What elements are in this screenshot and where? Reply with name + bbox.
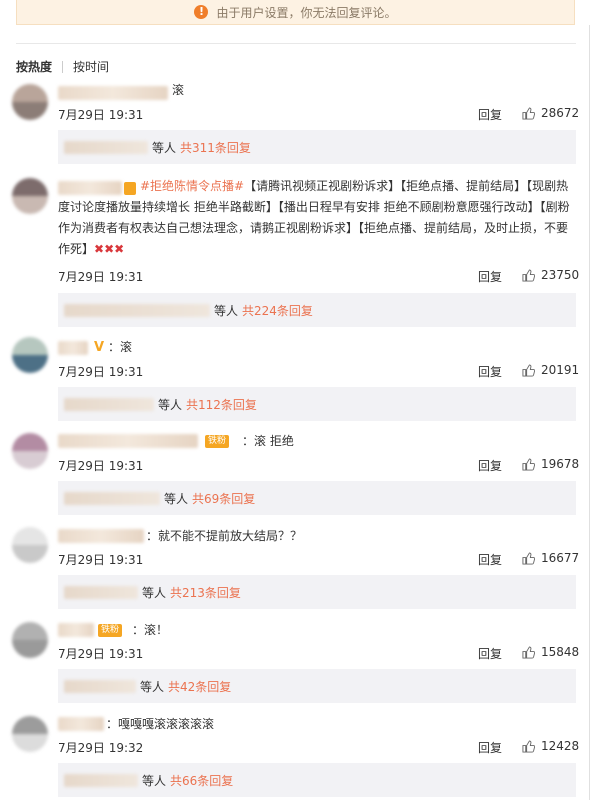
sort-by-hot[interactable]: 按热度 bbox=[16, 58, 52, 75]
sub-reply-count[interactable]: 共42条回复 bbox=[168, 678, 231, 695]
reply-button[interactable]: 回复 bbox=[478, 551, 502, 568]
scrollbar-track[interactable] bbox=[589, 25, 590, 800]
like-button[interactable]: 16677 bbox=[522, 551, 579, 565]
comment-text: ：滚！ bbox=[132, 623, 169, 637]
sub-replies[interactable]: 等人 共213条回复 bbox=[58, 575, 576, 609]
sub-reply-who: 等人 bbox=[142, 585, 167, 600]
reply-button[interactable]: 回复 bbox=[478, 457, 502, 474]
like-count: 19678 bbox=[541, 457, 580, 471]
comment-body: 【请腾讯视频正视剧粉诉求】【拒绝点播、提前结局】【现剧热度讨论度播放量持续增长 … bbox=[58, 179, 570, 256]
like-count: 12428 bbox=[541, 739, 580, 753]
cross-mark-icons: ✖✖✖ bbox=[94, 242, 125, 256]
like-count: 15848 bbox=[541, 645, 580, 659]
avatar[interactable] bbox=[12, 622, 48, 658]
avatar[interactable] bbox=[12, 337, 48, 373]
fan-badge: 铁粉 bbox=[205, 435, 230, 448]
like-button[interactable]: 28672 bbox=[522, 106, 579, 120]
like-count: 16677 bbox=[541, 551, 580, 565]
verified-icon: V bbox=[94, 340, 105, 355]
sub-replies[interactable]: 等人 共224条回复 bbox=[58, 293, 576, 327]
sub-reply-count[interactable]: 共224条回复 bbox=[242, 302, 313, 319]
like-count: 28672 bbox=[541, 106, 580, 120]
sub-replies[interactable]: 等人 共112条回复 bbox=[58, 387, 576, 421]
sub-reply-count[interactable]: 共112条回复 bbox=[186, 396, 257, 413]
thumbs-up-icon bbox=[522, 739, 535, 753]
comment-date: 7月29日 19:31 bbox=[58, 459, 144, 473]
sub-reply-count[interactable]: 共213条回复 bbox=[170, 584, 241, 601]
comment-date: 7月29日 19:31 bbox=[58, 365, 144, 379]
sub-reply-users bbox=[64, 773, 138, 787]
sub-reply-users bbox=[64, 585, 138, 599]
notice-bar: ! 由于用户设置，你无法回复评论。 bbox=[16, 0, 575, 25]
thumbs-up-icon bbox=[522, 457, 535, 471]
comment-date: 7月29日 19:31 bbox=[58, 647, 144, 661]
sub-replies[interactable]: 等人 共66条回复 bbox=[58, 763, 576, 797]
avatar[interactable] bbox=[12, 716, 48, 752]
like-count: 20191 bbox=[541, 363, 580, 377]
comment-text: ：滚 拒绝 bbox=[242, 434, 294, 448]
fan-badge: 铁粉 bbox=[98, 624, 123, 637]
sub-reply-count[interactable]: 共69条回复 bbox=[192, 490, 255, 507]
notice-text: 由于用户设置，你无法回复评论。 bbox=[216, 5, 397, 20]
thumbs-up-icon bbox=[522, 268, 535, 282]
comment-date: 7月29日 19:31 bbox=[58, 270, 144, 284]
sub-reply-who: 等人 bbox=[214, 303, 239, 318]
sub-replies[interactable]: 等人 共311条回复 bbox=[58, 130, 576, 164]
sub-reply-users bbox=[64, 679, 136, 693]
reply-button[interactable]: 回复 bbox=[478, 363, 502, 380]
avatar[interactable] bbox=[12, 433, 48, 469]
username[interactable] bbox=[58, 86, 168, 100]
comment-text: #拒绝陈情令点播#【请腾讯视频正视剧粉诉求】【拒绝点播、提前结局】【现剧热度讨论… bbox=[58, 176, 576, 260]
sub-reply-count[interactable]: 共66条回复 bbox=[170, 772, 233, 789]
sub-reply-who: 等人 bbox=[152, 140, 177, 155]
sub-reply-users bbox=[64, 397, 154, 411]
thumbs-up-icon bbox=[522, 363, 535, 377]
reply-button[interactable]: 回复 bbox=[478, 739, 502, 756]
thumbs-up-icon bbox=[522, 106, 535, 120]
thumbs-up-icon bbox=[522, 645, 535, 659]
sort-separator bbox=[62, 60, 64, 73]
topic-tag[interactable]: #拒绝陈情令点播# bbox=[140, 179, 244, 193]
username[interactable] bbox=[58, 623, 94, 637]
username[interactable] bbox=[58, 717, 104, 731]
divider bbox=[16, 43, 576, 44]
reply-button[interactable]: 回复 bbox=[478, 645, 502, 662]
avatar[interactable] bbox=[12, 178, 48, 214]
username[interactable] bbox=[58, 434, 198, 448]
avatar[interactable] bbox=[12, 527, 48, 563]
sub-reply-users bbox=[64, 491, 160, 505]
thumbs-up-icon bbox=[522, 551, 535, 565]
comment-text: 滚 bbox=[172, 83, 185, 97]
sub-replies[interactable]: 等人 共42条回复 bbox=[58, 669, 576, 703]
sort-bar: 按热度 按时间 bbox=[16, 58, 109, 75]
sub-reply-who: 等人 bbox=[140, 679, 165, 694]
like-count: 23750 bbox=[541, 268, 580, 282]
comment-date: 7月29日 19:32 bbox=[58, 741, 144, 755]
sub-replies[interactable]: 等人 共69条回复 bbox=[58, 481, 576, 515]
comment-date: 7月29日 19:31 bbox=[58, 553, 144, 567]
comment-text: ：嘎嘎嘎滚滚滚滚滚 bbox=[106, 717, 215, 731]
like-button[interactable]: 20191 bbox=[522, 363, 579, 377]
warning-icon: ! bbox=[194, 5, 209, 19]
like-button[interactable]: 12428 bbox=[522, 739, 579, 753]
sub-reply-who: 等人 bbox=[142, 773, 167, 788]
sub-reply-who: 等人 bbox=[158, 397, 183, 412]
sort-by-time[interactable]: 按时间 bbox=[73, 58, 109, 75]
sub-reply-count[interactable]: 共311条回复 bbox=[180, 139, 251, 156]
reply-button[interactable]: 回复 bbox=[478, 268, 502, 285]
comment-text: ：滚 bbox=[108, 340, 133, 354]
comment-date: 7月29日 19:31 bbox=[58, 108, 144, 122]
like-button[interactable]: 23750 bbox=[522, 268, 579, 282]
avatar[interactable] bbox=[12, 84, 48, 120]
comment-text: ：就不能不提前放大结局？？ bbox=[146, 529, 303, 543]
like-button[interactable]: 19678 bbox=[522, 457, 579, 471]
reply-button[interactable]: 回复 bbox=[478, 106, 502, 123]
like-button[interactable]: 15848 bbox=[522, 645, 579, 659]
sub-reply-who: 等人 bbox=[164, 491, 189, 506]
sub-reply-users bbox=[64, 303, 210, 317]
username[interactable] bbox=[58, 341, 88, 355]
sub-reply-users bbox=[64, 140, 148, 154]
username[interactable] bbox=[58, 529, 144, 543]
